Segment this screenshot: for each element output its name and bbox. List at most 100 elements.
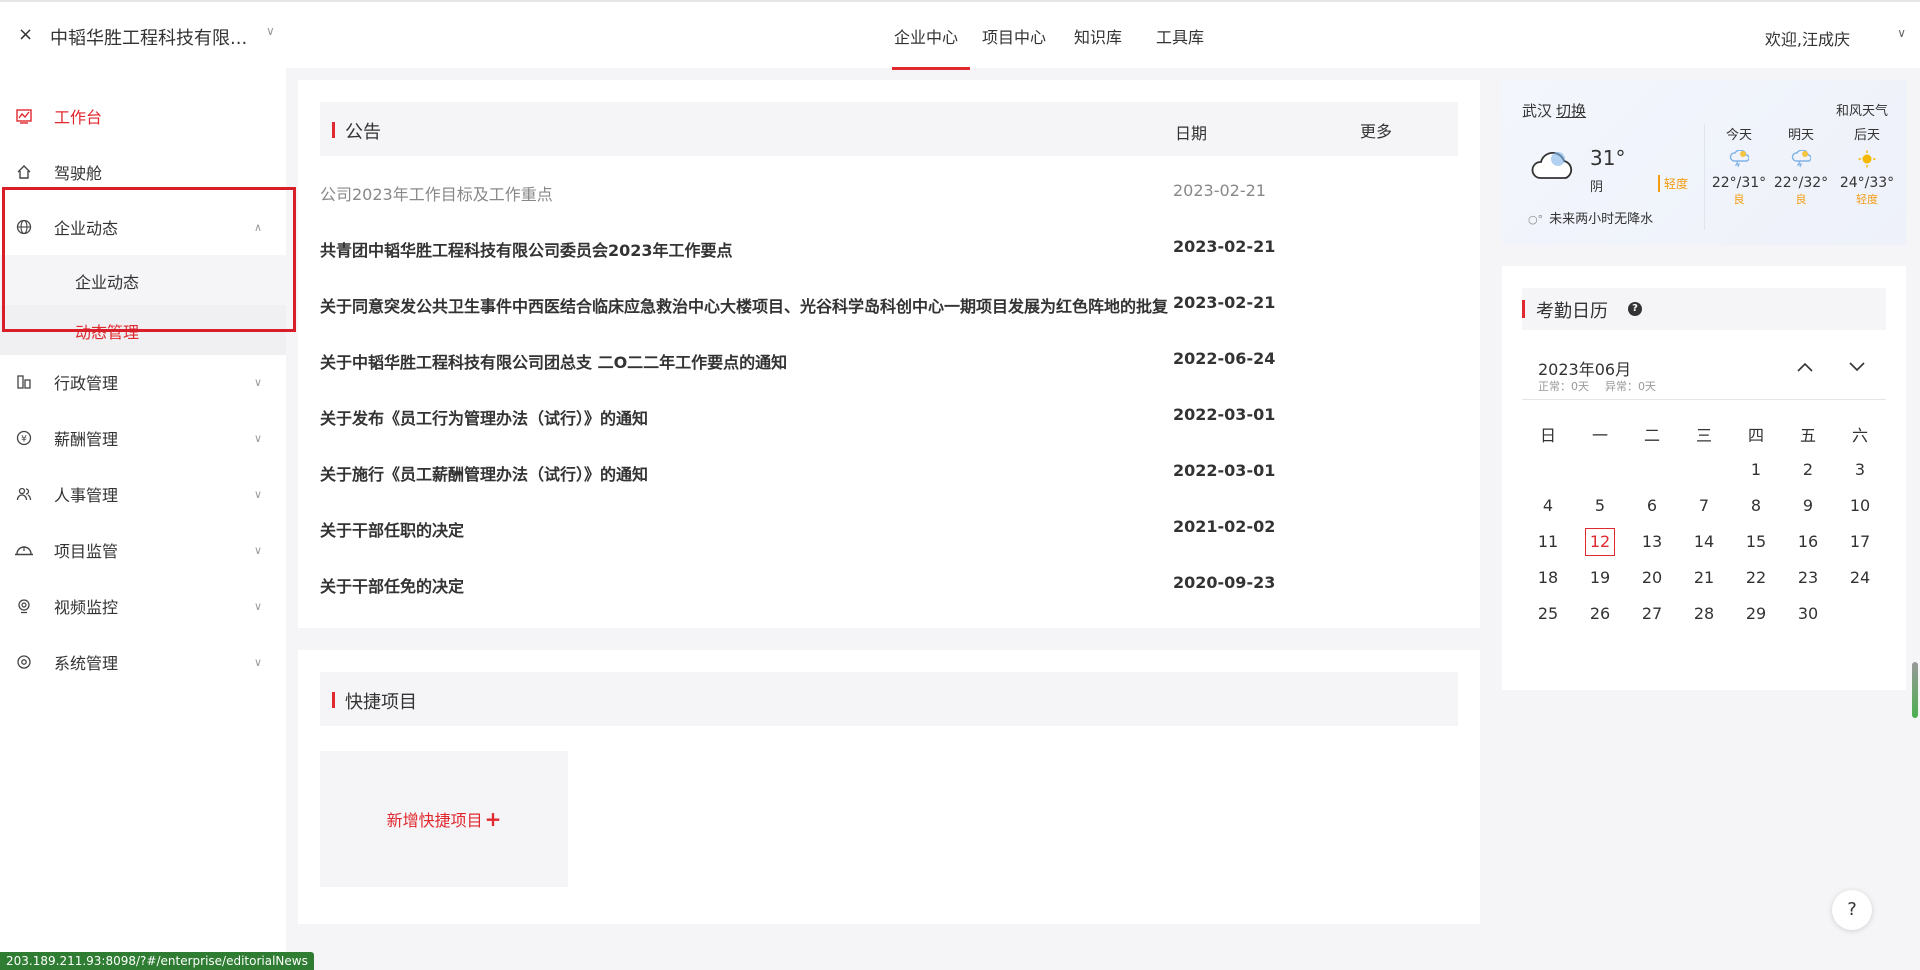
sidebar-item-video-monitoring[interactable]: 视频监控 ∨ [0, 581, 286, 631]
attendance-calendar: 考勤日历 ? 2023年06月 正常：0天 异常：0天 日一二三四五六 123 4… [1502, 266, 1906, 690]
calendar-day[interactable]: 25 [1522, 599, 1574, 629]
sidebar-item-label: 项目监管 [54, 542, 119, 561]
calendar-day[interactable]: 4 [1522, 491, 1574, 521]
calendar-day-today[interactable]: 12 [1574, 527, 1626, 557]
close-icon[interactable]: × [18, 24, 33, 45]
calendar-day[interactable]: 3 [1834, 455, 1886, 485]
calendar-day[interactable]: 30 [1782, 599, 1834, 629]
announcement-row-title[interactable]: 公司2023年工作目标及工作重点 [320, 181, 1170, 205]
announcement-row-title[interactable]: 关于同意突发公共卫生事件中西医结合临床应急救治中心大楼项目、光谷科学岛科创中心一… [320, 293, 1170, 317]
help-button[interactable]: ? [1832, 890, 1872, 930]
calendar-day[interactable] [1834, 599, 1886, 629]
tab-enterprise-center[interactable]: 企业中心 [882, 2, 971, 70]
calendar-day[interactable]: 24 [1834, 563, 1886, 593]
current-temperature: 31° [1590, 146, 1626, 170]
company-name[interactable]: 中韬华胜工程科技有限... [50, 24, 247, 50]
calendar-day[interactable]: 13 [1626, 527, 1678, 557]
calendar-day[interactable]: 9 [1782, 491, 1834, 521]
scrollbar-thumb[interactable] [1912, 662, 1918, 718]
sidebar-item-workbench[interactable]: 工作台 [0, 91, 286, 141]
announcement-row[interactable]: 共青团中韬华胜工程科技有限公司委员会2023年工作要点 2023-02-21 [320, 222, 1280, 278]
weather-city: 武汉 切换 [1522, 102, 1587, 120]
add-quick-project-button[interactable]: 新增快捷项目 + [320, 751, 568, 887]
chevron-down-icon: ∨ [254, 375, 263, 389]
building-icon [14, 372, 34, 392]
announcement-row[interactable]: 关于发布《员工行为管理办法（试行）》的通知 2022-03-01 [320, 390, 1280, 446]
chevron-down-icon: ∨ [254, 599, 263, 613]
help-icon[interactable]: ? [1628, 302, 1642, 316]
weather-brand[interactable]: 和风天气 [1836, 100, 1888, 119]
announcement-row-title[interactable]: 关于中韬华胜工程科技有限公司团总支 二O二二年工作要点的通知 [320, 349, 1170, 373]
announcement-row-title[interactable]: 关于施行《员工薪酬管理办法（试行）》的通知 [320, 461, 1170, 485]
announcement-row-date: 2021-02-02 [1173, 517, 1276, 536]
tab-tool-library[interactable]: 工具库 [1144, 2, 1216, 70]
calendar-day[interactable]: 5 [1574, 491, 1626, 521]
tab-knowledge-base[interactable]: 知识库 [1062, 2, 1134, 70]
calendar-day[interactable]: 22 [1730, 563, 1782, 593]
announcement-row-title[interactable]: 关于发布《员工行为管理办法（试行）》的通知 [320, 405, 1170, 429]
calendar-day[interactable]: 1 [1730, 455, 1782, 485]
calendar-day[interactable]: 17 [1834, 527, 1886, 557]
calendar-day[interactable] [1574, 455, 1626, 485]
tab-project-center[interactable]: 项目中心 [970, 2, 1058, 70]
announcement-row-title[interactable]: 共青团中韬华胜工程科技有限公司委员会2023年工作要点 [320, 237, 1170, 261]
calendar-day[interactable]: 8 [1730, 491, 1782, 521]
announcement-row-title[interactable]: 关于干部任职的决定 [320, 517, 1170, 541]
calendar-day[interactable] [1522, 455, 1574, 485]
announcement-row-date: 2020-09-23 [1173, 573, 1276, 592]
calendar-day[interactable] [1626, 455, 1678, 485]
next-month-chevron-icon[interactable] [1848, 358, 1866, 377]
announcement-row[interactable]: 关于干部任免的决定 2020-09-23 [320, 558, 1280, 614]
calendar-day[interactable]: 14 [1678, 527, 1730, 557]
sidebar-subitem-news-management[interactable]: 动态管理 [0, 305, 286, 355]
calendar-day[interactable]: 18 [1522, 563, 1574, 593]
home-icon [14, 162, 34, 182]
prev-month-chevron-icon[interactable] [1796, 358, 1814, 377]
calendar-divider [1522, 399, 1886, 400]
calendar-day[interactable]: 29 [1730, 599, 1782, 629]
announcement-row[interactable]: 公司2023年工作目标及工作重点 2023-02-21 [320, 166, 1280, 222]
chevron-down-icon[interactable]: ∨ [266, 24, 275, 38]
calendar-day[interactable]: 23 [1782, 563, 1834, 593]
sidebar-item-administration[interactable]: 行政管理 ∨ [0, 357, 286, 407]
calendar-day[interactable]: 19 [1574, 563, 1626, 593]
user-menu-chevron-icon[interactable]: ∨ [1897, 26, 1906, 40]
calendar-day[interactable]: 21 [1678, 563, 1730, 593]
calendar-day[interactable]: 7 [1678, 491, 1730, 521]
announcement-row-title[interactable]: 关于干部任免的决定 [320, 573, 1170, 597]
announcement-row[interactable]: 关于同意突发公共卫生事件中西医结合临床应急救治中心大楼项目、光谷科学岛科创中心一… [320, 278, 1280, 334]
sidebar-item-personnel[interactable]: 人事管理 ∨ [0, 469, 286, 519]
calendar-day[interactable]: 6 [1626, 491, 1678, 521]
sidebar-subitem-enterprise-news[interactable]: 企业动态 [0, 255, 286, 305]
calendar-day[interactable]: 26 [1574, 599, 1626, 629]
normal-days: 正常：0天 [1538, 380, 1589, 393]
more-link[interactable]: 更多 [1360, 118, 1392, 142]
calendar-week: 25 26 27 28 29 30 [1522, 596, 1886, 632]
settings-icon [14, 652, 34, 672]
calendar-day[interactable]: 15 [1730, 527, 1782, 557]
sidebar-item-project-supervision[interactable]: 项目监管 ∨ [0, 525, 286, 575]
sidebar-subitem-label: 动态管理 [75, 323, 140, 342]
calendar-day[interactable]: 27 [1626, 599, 1678, 629]
raindrop-icon: ○° [1528, 213, 1544, 226]
calendar-day[interactable]: 10 [1834, 491, 1886, 521]
sidebar-item-system-management[interactable]: 系统管理 ∨ [0, 637, 286, 687]
announcement-row[interactable]: 关于干部任职的决定 2021-02-02 [320, 502, 1280, 558]
calendar-day[interactable]: 16 [1782, 527, 1834, 557]
announcement-row-date: 2023-02-21 [1173, 237, 1276, 256]
sidebar-item-salary[interactable]: ¥ 薪酬管理 ∨ [0, 413, 286, 463]
announcement-row[interactable]: 关于施行《员工薪酬管理办法（试行）》的通知 2022-03-01 [320, 446, 1280, 502]
sidebar-item-enterprise-news[interactable]: 企业动态 ∧ [0, 202, 286, 252]
sidebar-item-cockpit[interactable]: 驾驶舱 [0, 147, 286, 197]
city-switch-link[interactable]: 切换 [1556, 102, 1586, 120]
calendar-day[interactable]: 20 [1626, 563, 1678, 593]
user-welcome[interactable]: 欢迎,汪成庆 [1765, 26, 1850, 50]
calendar-day[interactable]: 11 [1522, 527, 1574, 557]
calendar-day[interactable] [1678, 455, 1730, 485]
announcement-row[interactable]: 关于中韬华胜工程科技有限公司团总支 二O二二年工作要点的通知 2022-06-2… [320, 334, 1280, 390]
calendar-day[interactable]: 28 [1678, 599, 1730, 629]
calendar-day[interactable]: 2 [1782, 455, 1834, 485]
chevron-down-icon: ∨ [254, 543, 263, 557]
calendar-week: 18 19 20 21 22 23 24 [1522, 560, 1886, 596]
forecast-today: 今天 22°/31° 良 [1711, 128, 1767, 206]
